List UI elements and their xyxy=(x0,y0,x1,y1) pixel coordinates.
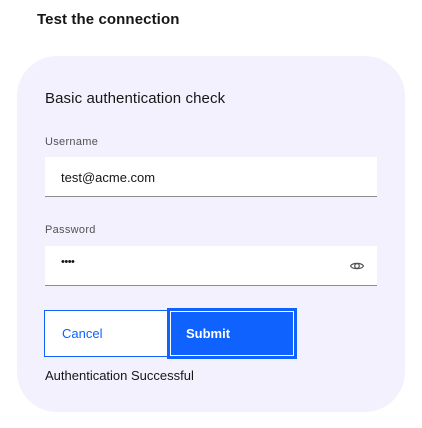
eye-icon-graphic xyxy=(349,262,365,270)
password-label: Password xyxy=(45,224,96,236)
password-field[interactable]: •••• xyxy=(45,246,377,286)
username-label: Username xyxy=(45,136,99,148)
auth-check-card: Basic authentication check Username test… xyxy=(17,56,405,412)
username-value: test@acme.com xyxy=(61,170,156,185)
submit-button[interactable]: Submit xyxy=(167,308,297,359)
cancel-button[interactable]: Cancel xyxy=(44,310,169,357)
status-message: Authentication Successful xyxy=(45,368,194,383)
username-field[interactable]: test@acme.com xyxy=(45,157,377,197)
card-title: Basic authentication check xyxy=(45,90,226,107)
page-title: Test the connection xyxy=(37,11,180,28)
connection-test-page: Test the connection Basic authentication… xyxy=(0,0,422,428)
eye-icon[interactable] xyxy=(349,258,365,274)
password-masked-value: •••• xyxy=(61,256,75,268)
